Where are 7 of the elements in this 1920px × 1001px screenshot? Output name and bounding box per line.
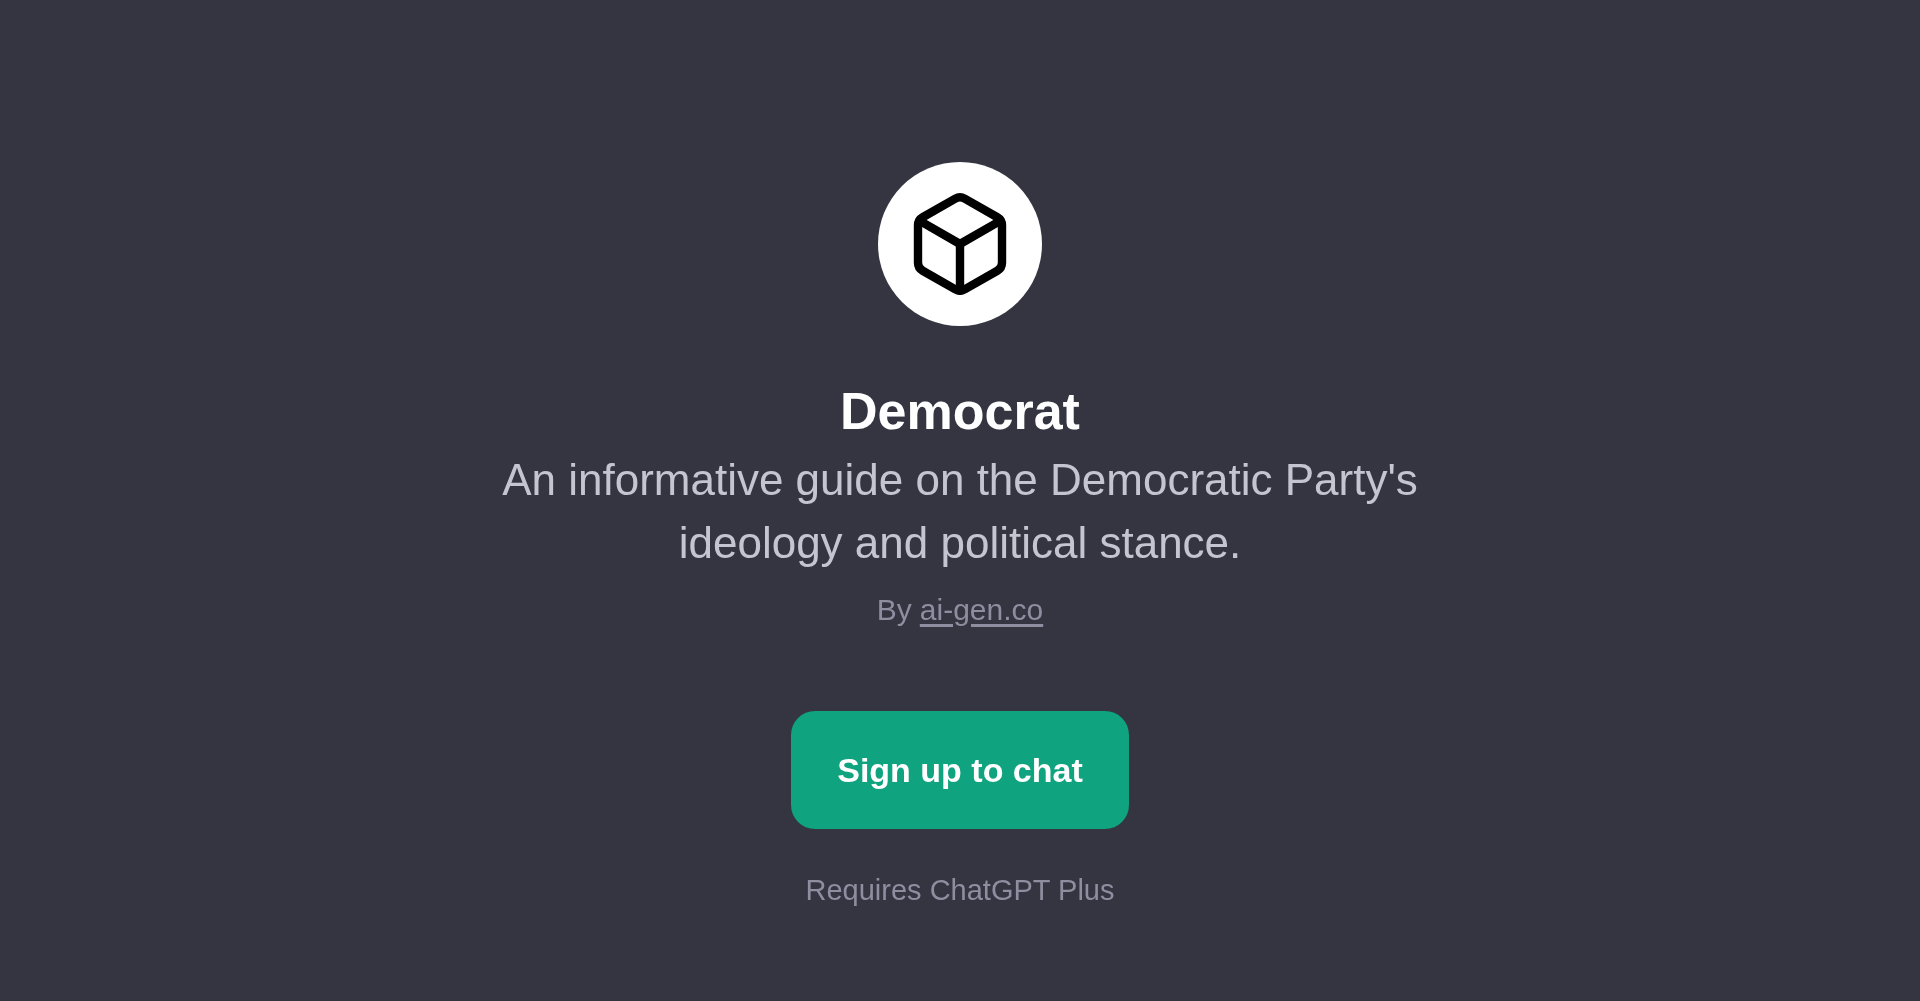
gpt-description: An informative guide on the Democratic Party's ideology and political stance. xyxy=(501,454,1419,569)
cube-icon xyxy=(878,162,1042,326)
signup-button[interactable]: Sign up to chat xyxy=(791,711,1129,829)
byline-text: By xyxy=(876,592,912,628)
requirement-note: Requires ChatGPT Plus xyxy=(805,873,1115,907)
author-link[interactable]: ai-gen.co xyxy=(919,592,1044,628)
gpt-title: Democrat xyxy=(840,381,1080,441)
